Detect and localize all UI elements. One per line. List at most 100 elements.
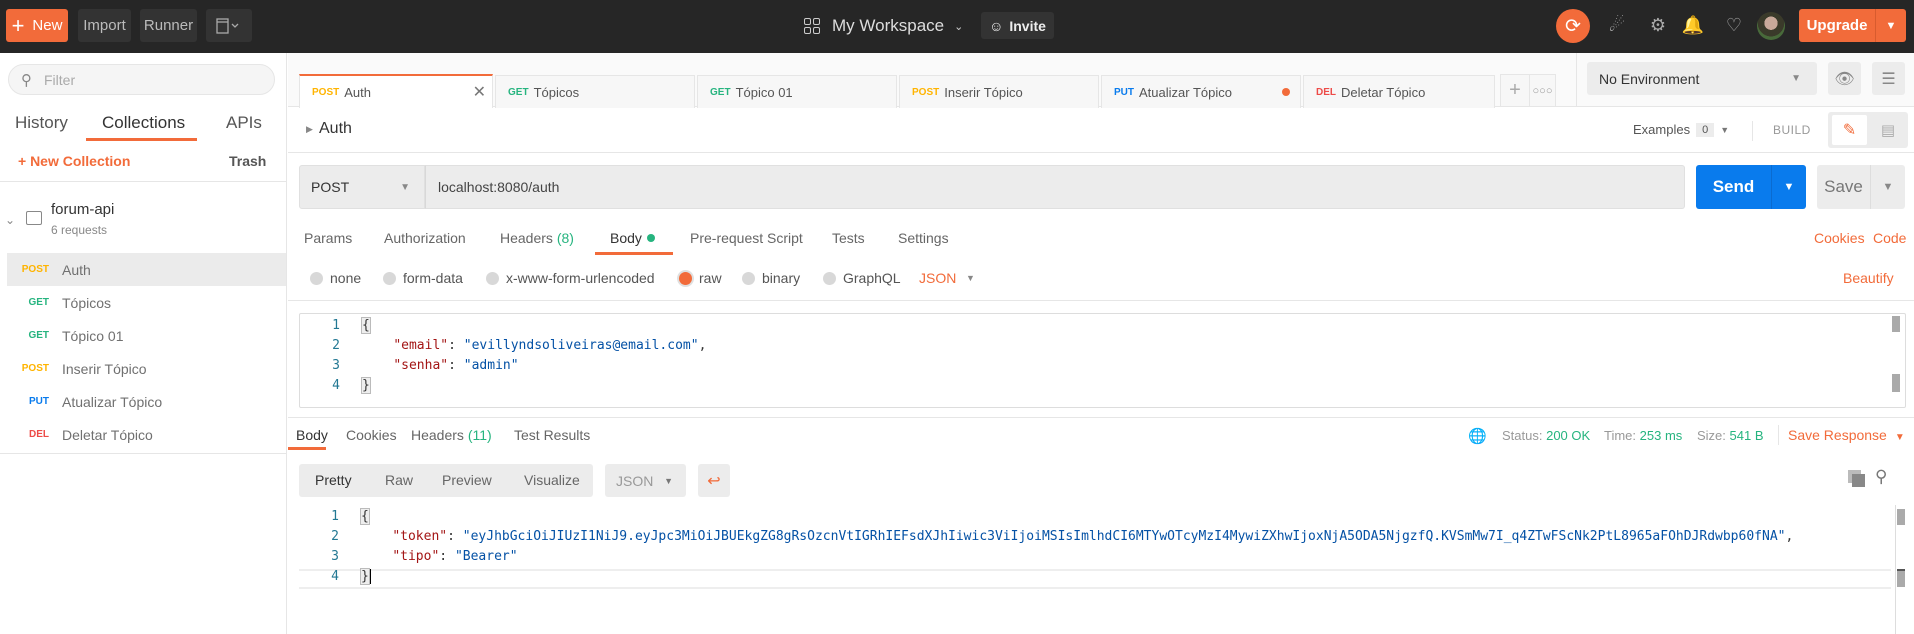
import-button[interactable]: Import xyxy=(78,9,131,42)
caret-down-icon[interactable]: ▼ xyxy=(1876,20,1906,32)
json-value: "evillyndsoliveiras@email.com" xyxy=(463,338,699,353)
bell-icon[interactable]: 🔔 xyxy=(1681,13,1705,37)
request-header: ▶ Auth Examples 0 ▼ BUILD ✎ ▤ xyxy=(288,107,1914,153)
pencil-icon[interactable]: ✎ xyxy=(1832,115,1867,145)
eye-icon[interactable]: 👁 xyxy=(1828,62,1861,95)
invite-button[interactable]: ☺ Invite xyxy=(981,12,1054,39)
list-item[interactable]: DEL Deletar Tópico xyxy=(7,418,286,451)
scrollbar[interactable] xyxy=(1892,316,1900,332)
scrollbar[interactable] xyxy=(1897,509,1905,525)
tab-tests[interactable]: Tests xyxy=(832,230,865,246)
tab-auth[interactable]: POST Auth ✕ xyxy=(299,74,493,108)
response-body-viewer[interactable]: 1 2 3 4 { "token": "eyJhbGciOiJIUzI1NiJ9… xyxy=(299,505,1914,634)
new-window-icon xyxy=(216,17,239,34)
response-format-select[interactable]: JSON ▼ xyxy=(605,464,686,497)
tab-prerequest-script[interactable]: Pre-request Script xyxy=(690,230,803,246)
tab-params[interactable]: Params xyxy=(304,230,352,246)
filter-input[interactable]: ⚲ Filter xyxy=(8,64,275,95)
view-preview[interactable]: Preview xyxy=(442,472,492,488)
scrollbar[interactable] xyxy=(1897,569,1905,587)
beautify-link[interactable]: Beautify xyxy=(1843,270,1894,286)
tab-topico-01[interactable]: GET Tópico 01 xyxy=(697,75,897,108)
new-tab-button[interactable]: + xyxy=(1500,74,1530,107)
response-tab-headers[interactable]: Headers (11) xyxy=(411,427,492,443)
gear-icon[interactable]: ⚙ xyxy=(1646,13,1670,37)
search-icon[interactable]: ⚲ xyxy=(1875,467,1887,487)
close-icon[interactable]: ✕ xyxy=(473,82,486,102)
method-badge: POST xyxy=(21,363,49,374)
radio-x-www-form-urlencoded[interactable]: x-www-form-urlencoded xyxy=(486,270,655,286)
language-select[interactable]: JSON xyxy=(919,270,956,286)
tab-body[interactable]: Body xyxy=(610,230,655,246)
caret-down-icon[interactable]: ▼ xyxy=(1772,165,1806,209)
globe-icon[interactable]: 🌐 xyxy=(1468,427,1487,445)
settings-sliders-icon[interactable]: ☰ xyxy=(1872,62,1905,95)
request-name: Deletar Tópico xyxy=(62,426,153,443)
view-raw[interactable]: Raw xyxy=(385,472,413,488)
environment-bar: No Environment ▼ 👁 ☰ xyxy=(1576,53,1914,107)
scrollbar[interactable] xyxy=(1892,374,1900,392)
response-tab-body[interactable]: Body xyxy=(296,427,328,443)
radio-raw[interactable]: raw xyxy=(679,270,722,286)
radio-form-data[interactable]: form-data xyxy=(383,270,463,286)
caret-down-icon[interactable]: ▼ xyxy=(1871,165,1905,209)
json-value: "admin" xyxy=(463,358,519,373)
radio-none[interactable]: none xyxy=(310,270,361,286)
chevron-down-icon[interactable]: ⌄ xyxy=(5,213,15,227)
new-button[interactable]: + New xyxy=(6,9,68,42)
examples-dropdown[interactable]: Examples 0 ▼ xyxy=(1633,122,1729,137)
satellite-icon[interactable]: ☄ xyxy=(1605,13,1629,37)
tab-authorization[interactable]: Authorization xyxy=(384,230,466,246)
response-tab-test-results[interactable]: Test Results xyxy=(514,427,590,443)
view-visualize[interactable]: Visualize xyxy=(524,472,580,488)
avatar[interactable] xyxy=(1757,12,1785,40)
request-body-editor[interactable]: 1 2 3 4 { "email": "evillyndsoliveiras@e… xyxy=(299,313,1906,408)
tab-deletar-topico[interactable]: DEL Deletar Tópico xyxy=(1303,75,1495,108)
radio-graphql[interactable]: GraphQL xyxy=(823,270,901,286)
sidebar-tab-collections[interactable]: Collections xyxy=(102,113,185,133)
tab-topicos[interactable]: GET Tópicos xyxy=(495,75,695,108)
wrap-lines-icon[interactable]: ↩ xyxy=(698,464,730,497)
workspace-switcher[interactable]: My Workspace ⌄ xyxy=(804,12,963,40)
tab-atualizar-topico[interactable]: PUT Atualizar Tópico xyxy=(1101,75,1301,108)
copy-icon[interactable] xyxy=(1848,470,1866,488)
tab-inserir-topico[interactable]: POST Inserir Tópico xyxy=(899,75,1099,108)
comment-icon[interactable]: ▤ xyxy=(1872,115,1904,145)
radio-binary[interactable]: binary xyxy=(742,270,800,286)
save-response-button[interactable]: Save Response ▼ xyxy=(1788,427,1905,443)
sidebar-tab-apis[interactable]: APIs xyxy=(226,113,262,133)
upgrade-button[interactable]: Upgrade ▼ xyxy=(1799,9,1906,42)
save-button[interactable]: Save ▼ xyxy=(1817,165,1905,209)
more-tabs-icon[interactable]: ○○○ xyxy=(1530,74,1556,107)
collection-item[interactable]: ⌄ forum-api 6 requests xyxy=(0,195,287,245)
environment-select[interactable]: No Environment ▼ xyxy=(1587,62,1817,95)
send-button[interactable]: Send ▼ xyxy=(1696,165,1806,209)
code-link[interactable]: Code xyxy=(1873,230,1906,246)
cookies-link[interactable]: Cookies xyxy=(1814,230,1865,246)
heart-icon[interactable]: ♡ xyxy=(1722,13,1746,37)
sidebar-tab-history[interactable]: History xyxy=(15,113,68,133)
list-item[interactable]: GET Tópicos xyxy=(7,286,286,319)
json-key: "token" xyxy=(392,529,448,544)
trash-button[interactable]: Trash xyxy=(229,153,266,169)
current-line-highlight xyxy=(299,569,1891,589)
new-window-button[interactable] xyxy=(206,9,252,42)
caret-down-icon[interactable]: ▼ xyxy=(966,273,975,283)
list-item[interactable]: GET Tópico 01 xyxy=(7,319,286,352)
tab-headers[interactable]: Headers (8) xyxy=(500,230,574,246)
code-line: { xyxy=(361,317,371,334)
status-readout: Status: 200 OK xyxy=(1502,428,1591,443)
list-item[interactable]: PUT Atualizar Tópico xyxy=(7,385,286,418)
tab-settings[interactable]: Settings xyxy=(898,230,949,246)
expand-triangle-icon[interactable]: ▶ xyxy=(306,124,313,135)
view-mode-switch: Pretty Raw Preview Visualize xyxy=(299,464,593,497)
sync-icon[interactable]: ⟳ xyxy=(1556,9,1590,43)
runner-button[interactable]: Runner xyxy=(140,9,197,42)
response-tab-cookies[interactable]: Cookies xyxy=(346,427,397,443)
new-collection-button[interactable]: + New Collection xyxy=(18,153,130,169)
method-select[interactable]: POST ▼ xyxy=(299,165,425,209)
list-item[interactable]: POST Auth xyxy=(7,253,286,286)
url-input[interactable]: localhost:8080/auth xyxy=(425,165,1685,209)
list-item[interactable]: POST Inserir Tópico xyxy=(7,352,286,385)
view-pretty[interactable]: Pretty xyxy=(315,472,352,488)
